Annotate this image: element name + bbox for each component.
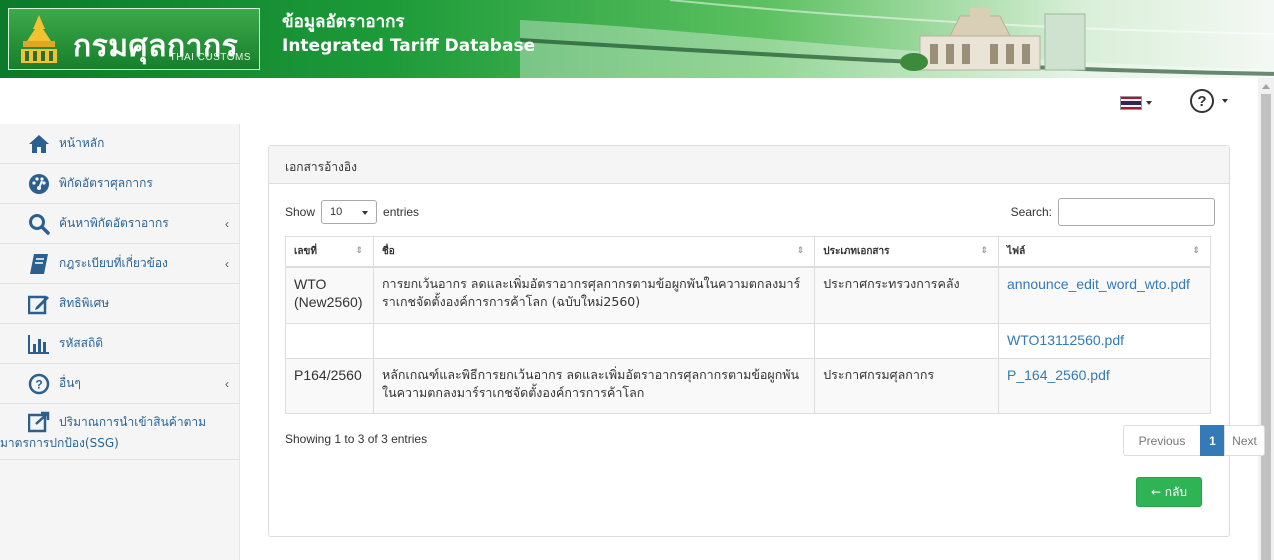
page-scrollbar[interactable]: [1258, 78, 1274, 560]
top-bar: ?: [0, 78, 1258, 124]
column-header-doc-type[interactable]: ประเภทเอกสาร ⇕: [814, 236, 999, 268]
scroll-up-arrow-icon[interactable]: [1262, 84, 1270, 89]
question-circle-icon: ?: [1190, 89, 1214, 113]
entries-select[interactable]: 10: [321, 200, 378, 224]
cell-doc-type: [814, 323, 999, 359]
cell-name: หลักเกณฑ์และพิธีการยกเว้นอากร ลดและเพิ่ม…: [372, 358, 816, 414]
entries-label: entries: [383, 205, 420, 219]
sidebar-item-statistics-code[interactable]: รหัสสถิติ: [0, 324, 239, 364]
header-swoosh-decoration: [520, 0, 1274, 78]
sidebar-item-label: กฎระเบียบที่เกี่ยวข้อง: [59, 256, 168, 270]
bar-chart-icon: [27, 332, 51, 356]
chevron-left-icon: ‹: [225, 217, 229, 231]
page-1-button[interactable]: 1: [1200, 425, 1225, 456]
search-input[interactable]: [1058, 198, 1215, 226]
cell-file: announce_edit_word_wto.pdf: [998, 266, 1211, 324]
back-button[interactable]: ← กลับ: [1136, 477, 1202, 507]
dashboard-icon: [27, 172, 51, 196]
cell-name: [372, 323, 816, 359]
sidebar: หน้าหลัก พิกัดอัตราศุลกากร ค้นหาพิกัดอัต…: [0, 124, 240, 560]
site-header: กรมศุลกากร THAI CUSTOMS ข้อมูลอัตราอากร …: [0, 0, 1274, 78]
entries-select-value: 10: [330, 206, 343, 218]
sidebar-item-home[interactable]: หน้าหลัก: [0, 124, 239, 164]
sidebar-item-label: อื่นๆ: [59, 376, 81, 390]
cell-number: P164/2560: [285, 358, 374, 414]
sidebar-item-regulations[interactable]: กฎระเบียบที่เกี่ยวข้อง ‹: [0, 244, 239, 284]
cell-doc-type: ประกาศกระทรวงการคลัง: [814, 266, 999, 324]
caret-down-icon: [1146, 101, 1152, 105]
cell-number: [285, 323, 374, 359]
table-info: Showing 1 to 3 of 3 entries: [285, 432, 428, 446]
sidebar-item-privileges[interactable]: สิทธิพิเศษ: [0, 284, 239, 324]
external-link-icon: [27, 410, 51, 434]
edit-icon: [27, 292, 51, 316]
sort-icon: ⇕: [796, 246, 805, 256]
sidebar-item-label: รหัสสถิติ: [59, 336, 104, 350]
customs-emblem-icon: [21, 15, 57, 63]
column-header-number[interactable]: เลขที่ ⇕: [285, 236, 374, 268]
table-header-row: เลขที่ ⇕ ชื่อ ⇕ ประเภทเอกสาร ⇕ ไฟล์ ⇕: [285, 236, 1211, 268]
sort-icon: ⇕: [355, 246, 363, 256]
pdf-file-link[interactable]: WTO13112560.pdf: [1007, 332, 1124, 348]
caret-down-icon: [362, 211, 369, 215]
chevron-left-icon: ‹: [225, 377, 229, 391]
search-icon: [27, 212, 51, 236]
book-icon: [27, 252, 51, 276]
cell-file: P_164_2560.pdf: [998, 358, 1211, 414]
cell-name: การยกเว้นอากร ลดและเพิ่มอัตราอากรศุลกากร…: [372, 266, 816, 324]
home-icon: [27, 132, 51, 156]
next-page-button[interactable]: Next: [1224, 425, 1265, 456]
sidebar-item-label: หน้าหลัก: [59, 136, 105, 150]
table-row: P164/2560 หลักเกณฑ์และพิธีการยกเว้นอากร …: [285, 358, 1211, 414]
pdf-file-link[interactable]: P_164_2560.pdf: [1007, 367, 1110, 383]
search-label: Search:: [1010, 205, 1052, 219]
sidebar-item-label: สิทธิพิเศษ: [59, 296, 110, 310]
sidebar-item-ssg[interactable]: ปริมาณการนำเข้าสินค้าตาม มาตรการปกป้อง(S…: [0, 404, 239, 460]
sort-icon: ⇕: [980, 246, 988, 256]
entries-length-control: Show 10 entries: [285, 200, 419, 224]
logo-subtitle: THAI CUSTOMS: [169, 52, 251, 63]
question-circle-icon: ?: [27, 372, 51, 396]
table-search: Search:: [1011, 198, 1215, 226]
panel-heading: เอกสารอ้างอิง: [269, 146, 1229, 184]
scroll-thumb[interactable]: [1261, 94, 1271, 560]
column-header-name[interactable]: ชื่อ ⇕: [372, 236, 816, 268]
customs-logo[interactable]: กรมศุลกากร THAI CUSTOMS: [8, 8, 260, 70]
cell-file: WTO13112560.pdf: [998, 323, 1211, 359]
thai-flag-icon: [1120, 96, 1142, 110]
sidebar-item-search-tariff[interactable]: ค้นหาพิกัดอัตราอากร ‹: [0, 204, 239, 244]
table-row: WTO13112560.pdf: [285, 323, 1211, 359]
column-header-file[interactable]: ไฟล์ ⇕: [998, 236, 1211, 268]
previous-page-button[interactable]: Previous: [1123, 425, 1201, 456]
sort-icon: ⇕: [1192, 246, 1200, 256]
site-title: ข้อมูลอัตราอากร: [282, 12, 405, 32]
sidebar-item-label: พิกัดอัตราศุลกากร: [59, 176, 153, 190]
table-row: WTO (New2560) การยกเว้นอากร ลดและเพิ่มอั…: [285, 266, 1211, 324]
pdf-file-link[interactable]: announce_edit_word_wto.pdf: [1007, 276, 1190, 292]
sidebar-item-label-line2: มาตรการปกป้อง(SSG): [0, 436, 119, 450]
cell-number: WTO (New2560): [285, 266, 374, 324]
reference-documents-panel: เอกสารอ้างอิง Show 10 entries Search: เล…: [268, 145, 1230, 537]
show-label: Show: [285, 205, 316, 219]
caret-down-icon: [1222, 99, 1228, 103]
site-subtitle: Integrated Tariff Database: [282, 36, 536, 56]
sidebar-item-label: ค้นหาพิกัดอัตราอากร: [59, 216, 169, 230]
chevron-left-icon: ‹: [225, 257, 229, 271]
sidebar-item-label-line1: ปริมาณการนำเข้าสินค้าตาม: [59, 414, 207, 429]
help-dropdown[interactable]: ?: [1190, 88, 1234, 114]
cell-doc-type: ประกาศกรมศุลกากร: [814, 358, 999, 414]
sidebar-item-tariff[interactable]: พิกัดอัตราศุลกากร: [0, 164, 239, 204]
sidebar-item-others[interactable]: ? อื่นๆ ‹: [0, 364, 239, 404]
language-dropdown[interactable]: [1120, 94, 1158, 112]
documents-table: เลขที่ ⇕ ชื่อ ⇕ ประเภทเอกสาร ⇕ ไฟล์ ⇕ WTO (N…: [285, 236, 1211, 414]
customs-building-image: [900, 8, 1086, 71]
svg-text:?: ?: [35, 377, 42, 391]
